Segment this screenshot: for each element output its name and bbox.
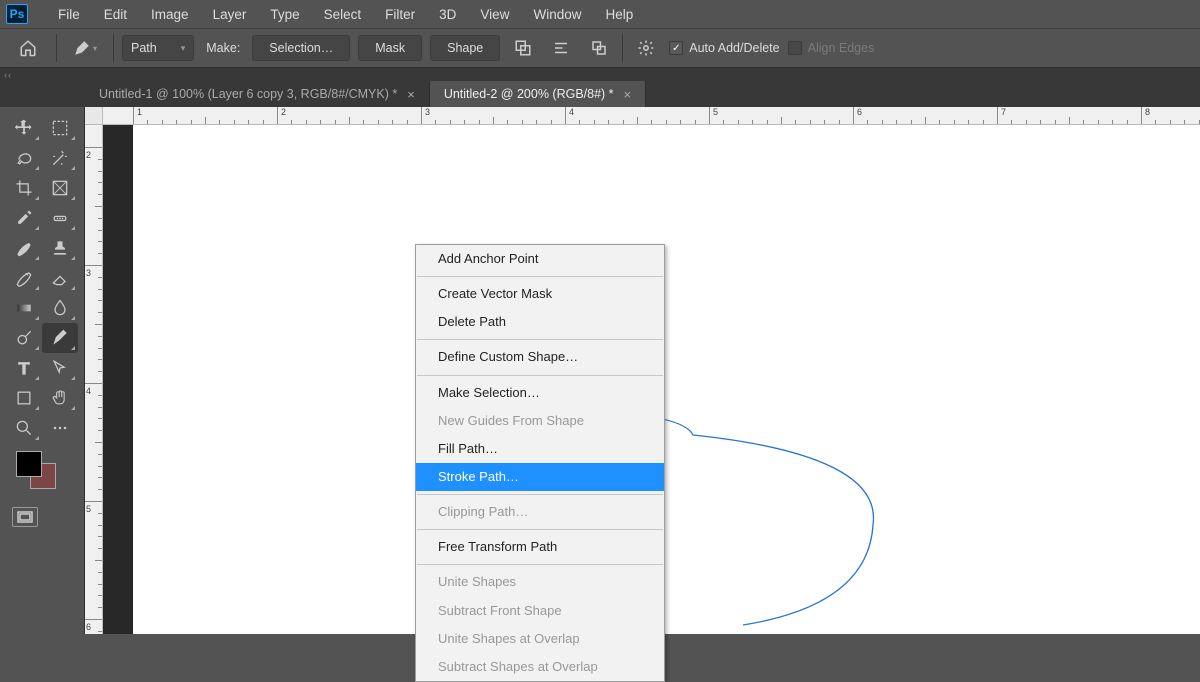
eraser-tool[interactable] bbox=[42, 263, 78, 293]
gear-icon[interactable] bbox=[631, 35, 661, 61]
context-menu-item: Unite Shapes at Overlap bbox=[416, 625, 664, 653]
path-overlay bbox=[133, 125, 1200, 634]
canvas-area: Add Anchor Point Create Vector MaskDelete… bbox=[85, 107, 1200, 634]
dodge-tool[interactable] bbox=[6, 323, 42, 353]
context-menu-item: New Guides From Shape bbox=[416, 407, 664, 435]
healing-tool[interactable] bbox=[42, 203, 78, 233]
options-bar: ▾ Path ▾ Make: Selection… Mask Shape ✓ A… bbox=[0, 28, 1200, 68]
path-selection-tool[interactable] bbox=[42, 353, 78, 383]
context-menu-item[interactable]: Create Vector Mask bbox=[416, 280, 664, 308]
menu-filter[interactable]: Filter bbox=[373, 3, 427, 26]
menu-separator bbox=[417, 564, 663, 565]
menu-separator bbox=[417, 375, 663, 376]
toolbox bbox=[0, 107, 85, 634]
marquee-tool[interactable] bbox=[42, 113, 78, 143]
shape-tool[interactable] bbox=[6, 383, 42, 413]
menu-separator bbox=[417, 339, 663, 340]
zoom-tool[interactable] bbox=[6, 413, 42, 443]
vertical-ruler[interactable] bbox=[85, 125, 103, 634]
context-menu-item[interactable]: Make Selection… bbox=[416, 379, 664, 407]
screen-mode-icon[interactable] bbox=[12, 507, 38, 527]
context-menu-item[interactable]: Free Transform Path bbox=[416, 533, 664, 561]
hand-tool[interactable] bbox=[42, 383, 78, 413]
pen-tool-preset-icon[interactable]: ▾ bbox=[65, 33, 105, 63]
context-menu-item[interactable]: Stroke Path… bbox=[416, 463, 664, 491]
eyedropper-tool[interactable] bbox=[6, 203, 42, 233]
context-menu-item: Unite Shapes bbox=[416, 568, 664, 596]
context-menu: Add Anchor Point Create Vector MaskDelete… bbox=[415, 244, 665, 682]
menu-help[interactable]: Help bbox=[593, 3, 645, 26]
magic-wand-tool[interactable] bbox=[42, 143, 78, 173]
crop-tool[interactable] bbox=[6, 173, 42, 203]
menu-window[interactable]: Window bbox=[521, 3, 593, 26]
pen-tool[interactable] bbox=[42, 323, 78, 353]
selection-button[interactable]: Selection… bbox=[252, 35, 350, 61]
context-menu-item[interactable]: Fill Path… bbox=[416, 435, 664, 463]
close-icon[interactable]: × bbox=[407, 87, 415, 102]
align-edges-checkbox: Align Edges bbox=[788, 41, 875, 55]
more-tool[interactable] bbox=[42, 413, 78, 443]
document-tab[interactable]: Untitled-2 @ 200% (RGB/8#) *× bbox=[430, 81, 646, 107]
context-menu-item: Subtract Front Shape bbox=[416, 597, 664, 625]
brush-tool[interactable] bbox=[6, 233, 42, 263]
horizontal-ruler[interactable] bbox=[103, 107, 1200, 125]
context-menu-item[interactable]: Add Anchor Point bbox=[416, 245, 664, 273]
menu-image[interactable]: Image bbox=[139, 3, 201, 26]
menu-file[interactable]: File bbox=[46, 3, 92, 26]
make-label: Make: bbox=[202, 41, 244, 55]
history-brush-tool[interactable] bbox=[6, 263, 42, 293]
blur-tool[interactable] bbox=[42, 293, 78, 323]
stamp-tool[interactable] bbox=[42, 233, 78, 263]
shape-button[interactable]: Shape bbox=[430, 35, 500, 61]
move-tool[interactable] bbox=[6, 113, 42, 143]
auto-add-delete-checkbox[interactable]: ✓ Auto Add/Delete bbox=[669, 41, 779, 55]
menu-type[interactable]: Type bbox=[258, 3, 311, 26]
menu-select[interactable]: Select bbox=[312, 3, 374, 26]
foreground-swatch[interactable] bbox=[16, 451, 42, 477]
context-menu-item: Subtract Shapes at Overlap bbox=[416, 653, 664, 681]
menu-separator bbox=[417, 529, 663, 530]
menu-separator bbox=[417, 494, 663, 495]
document-tabs: Untitled-1 @ 100% (Layer 6 copy 3, RGB/8… bbox=[0, 81, 1200, 107]
menu-separator bbox=[417, 276, 663, 277]
photoshop-logo-icon: Ps bbox=[6, 4, 28, 24]
close-icon[interactable]: × bbox=[624, 87, 632, 102]
context-menu-item: Clipping Path… bbox=[416, 498, 664, 526]
chevron-down-icon: ▾ bbox=[181, 43, 186, 54]
menu-edit[interactable]: Edit bbox=[92, 3, 139, 26]
mask-button[interactable]: Mask bbox=[358, 35, 422, 61]
frame-tool[interactable] bbox=[42, 173, 78, 203]
gradient-tool[interactable] bbox=[6, 293, 42, 323]
menu-layer[interactable]: Layer bbox=[201, 3, 259, 26]
menu-3d[interactable]: 3D bbox=[427, 3, 468, 26]
ruler-origin[interactable] bbox=[85, 107, 103, 125]
document-tab[interactable]: Untitled-1 @ 100% (Layer 6 copy 3, RGB/8… bbox=[85, 81, 430, 107]
path-alignment-icon[interactable] bbox=[546, 35, 576, 61]
type-tool[interactable] bbox=[6, 353, 42, 383]
lasso-tool[interactable] bbox=[6, 143, 42, 173]
tool-mode-dropdown[interactable]: Path ▾ bbox=[122, 35, 194, 61]
panel-collapse-strip[interactable]: ‹‹ bbox=[0, 68, 1200, 81]
color-swatches[interactable] bbox=[0, 443, 84, 501]
path-operations-icon[interactable] bbox=[508, 35, 538, 61]
home-icon[interactable] bbox=[8, 33, 48, 63]
context-menu-item[interactable]: Delete Path bbox=[416, 308, 664, 336]
context-menu-item[interactable]: Define Custom Shape… bbox=[416, 343, 664, 371]
canvas[interactable] bbox=[133, 125, 1200, 634]
menu-view[interactable]: View bbox=[468, 3, 521, 26]
path-arrangement-icon[interactable] bbox=[584, 35, 614, 61]
menu-bar: Ps FileEditImageLayerTypeSelectFilter3DV… bbox=[0, 0, 1200, 28]
